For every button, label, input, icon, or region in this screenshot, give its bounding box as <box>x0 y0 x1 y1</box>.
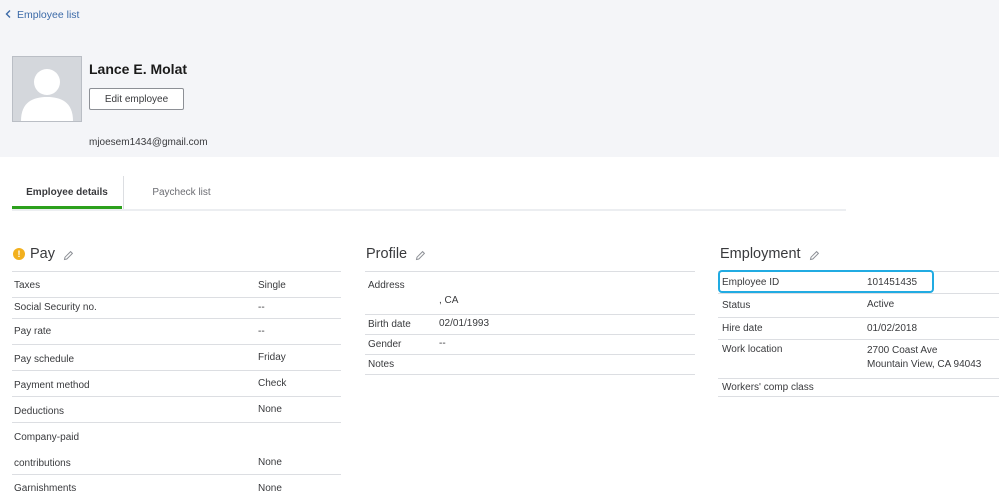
pay-label: Deductions <box>14 406 65 417</box>
profile-title-text: Profile <box>366 246 408 262</box>
tab-bar: Employee details Paycheck list <box>12 176 846 211</box>
pay-value: None <box>258 404 282 415</box>
employment-section-title: Employment <box>720 246 820 262</box>
pay-row-pay-rate: Pay rate -- <box>12 319 341 345</box>
pay-row-company-paid-contributions: Company-paid contributions None <box>12 423 341 475</box>
profile-label: Notes <box>368 359 395 370</box>
employment-row-status: Status Active <box>718 294 999 318</box>
back-to-employee-list-link[interactable]: Employee list <box>5 9 79 21</box>
pay-row-ssn: Social Security no. -- <box>12 298 341 319</box>
pay-row-taxes: Taxes Single <box>12 271 341 298</box>
pay-value: -- <box>258 326 265 337</box>
profile-row-address: Address , CA <box>365 271 695 315</box>
pay-label: Payment method <box>14 380 90 391</box>
profile-value: , CA <box>439 295 459 306</box>
edit-pay-pencil-icon[interactable] <box>63 249 74 260</box>
avatar <box>12 56 82 122</box>
employment-row-workers-comp-class: Workers' comp class <box>718 379 999 397</box>
profile-row-gender: Gender -- <box>365 335 695 355</box>
employee-email: mjoesem1434@gmail.com <box>89 137 208 148</box>
edit-profile-pencil-icon[interactable] <box>415 249 426 260</box>
employment-label: Work location <box>722 344 783 355</box>
employment-label: Hire date <box>722 323 763 334</box>
chevron-left-icon <box>5 9 13 21</box>
pay-label: Taxes <box>14 280 41 291</box>
edit-employment-pencil-icon[interactable] <box>809 249 820 260</box>
pay-label-continued: contributions <box>14 458 71 469</box>
employee-id-highlight-box <box>718 270 934 293</box>
profile-label: Birth date <box>368 319 411 330</box>
employment-title-text: Employment <box>720 246 801 262</box>
employment-label: Workers' comp class <box>722 382 814 393</box>
pay-value: Check <box>258 378 287 389</box>
tab-employee-details[interactable]: Employee details <box>12 176 122 209</box>
pay-value: None <box>258 483 282 494</box>
employment-label: Status <box>722 300 751 311</box>
pay-label: Garnishments <box>14 483 77 494</box>
pay-section-title: ! Pay <box>13 246 74 262</box>
pay-title-text: Pay <box>30 246 55 262</box>
profile-value: -- <box>439 338 446 349</box>
pay-value: None <box>258 457 282 468</box>
employment-row-work-location: Work location 2700 Coast Ave Mountain Vi… <box>718 340 999 379</box>
employment-value-line2: Mountain View, CA 94043 <box>867 359 982 370</box>
profile-label: Gender <box>368 339 402 350</box>
employee-name: Lance E. Molat <box>89 61 188 77</box>
pay-label: Social Security no. <box>14 302 97 313</box>
pay-label: Pay rate <box>14 326 52 337</box>
pay-label: Pay schedule <box>14 354 75 365</box>
pay-value: -- <box>258 302 265 313</box>
profile-value: 02/01/1993 <box>439 318 490 329</box>
employee-header: Employee list Lance E. Molat Edit employ… <box>0 0 999 157</box>
profile-row-birth-date: Birth date 02/01/1993 <box>365 315 695 335</box>
pay-row-garnishments: Garnishments None <box>12 475 341 504</box>
edit-employee-button[interactable]: Edit employee <box>89 88 184 110</box>
pay-row-pay-schedule: Pay schedule Friday <box>12 345 341 371</box>
pay-row-payment-method: Payment method Check <box>12 371 341 397</box>
profile-section-title: Profile <box>366 246 426 262</box>
warning-icon: ! <box>13 248 25 260</box>
profile-label: Address <box>368 280 405 291</box>
tab-paycheck-list[interactable]: Paycheck list <box>123 176 239 209</box>
employment-value: Active <box>867 299 895 310</box>
employment-row-hire-date: Hire date 01/02/2018 <box>718 318 999 340</box>
pay-value: Single <box>258 280 286 291</box>
pay-row-deductions: Deductions None <box>12 397 341 423</box>
employment-value: 01/02/2018 <box>867 323 918 334</box>
profile-row-notes: Notes <box>365 355 695 375</box>
employment-value: 2700 Coast Ave <box>867 345 938 356</box>
back-link-label: Employee list <box>17 9 80 21</box>
pay-label: Company-paid <box>14 432 80 443</box>
pay-value: Friday <box>258 352 286 363</box>
